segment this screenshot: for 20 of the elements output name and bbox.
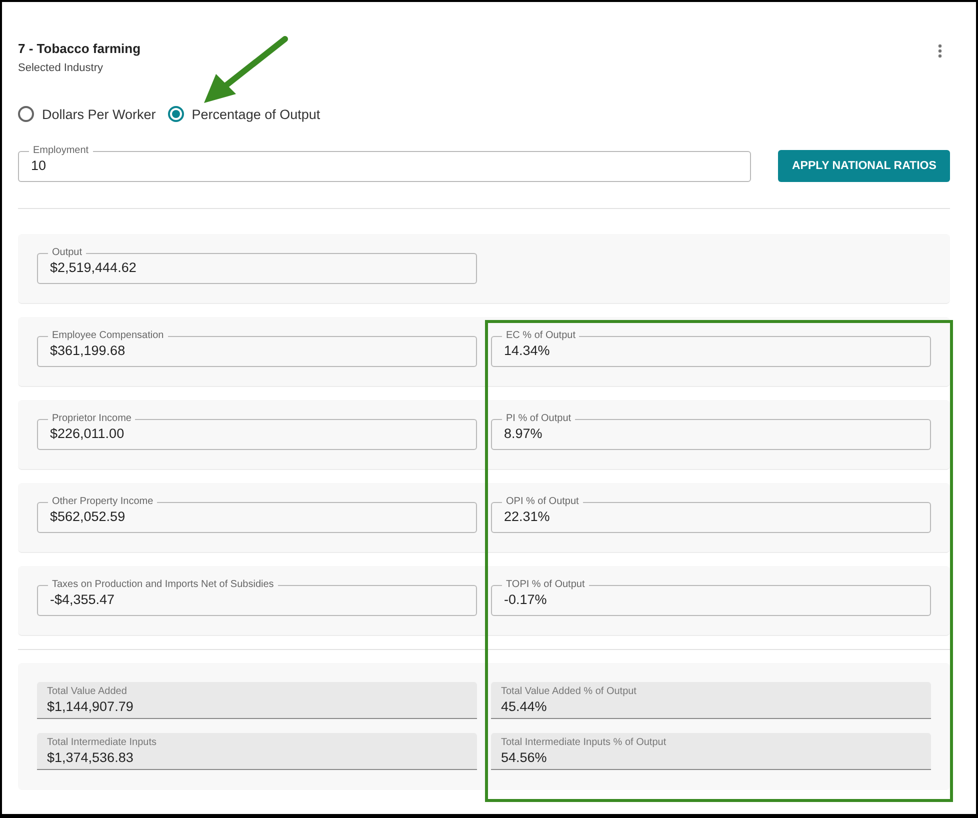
- apply-button[interactable]: APPLY NATIONAL RATIOS: [778, 150, 950, 182]
- industry-subtitle: Selected Industry: [18, 62, 104, 74]
- readonly-field: Total Value Added $1,144,907.79: [37, 682, 477, 719]
- more-menu-icon[interactable]: [938, 44, 942, 58]
- text-field[interactable]: PI % of Output 8.97%: [491, 413, 931, 450]
- text-field[interactable]: TOPI % of Output -0.17%: [491, 579, 931, 616]
- readonly-field: Total Intermediate Inputs $1,374,536.83: [37, 733, 477, 770]
- readonly-field: Total Intermediate Inputs % of Output 54.56%: [491, 733, 931, 770]
- text-field[interactable]: Employment 10: [18, 145, 752, 182]
- radio-option[interactable]: Dollars Per Worker: [18, 106, 156, 122]
- text-field[interactable]: Output $2,519,444.62: [37, 247, 477, 284]
- text-field[interactable]: OPI % of Output 22.31%: [491, 496, 931, 533]
- text-field[interactable]: Other Property Income $562,052.59: [37, 496, 477, 533]
- text-field[interactable]: EC % of Output 14.34%: [491, 330, 931, 367]
- text-field[interactable]: Taxes on Production and Imports Net of Subsidies -$4,355.47: [37, 579, 477, 616]
- text-field[interactable]: Employee Compensation $361,199.68: [37, 330, 477, 367]
- readonly-field: Total Value Added % of Output 45.44%: [491, 682, 931, 719]
- industry-title: 7 - Tobacco farming: [18, 41, 141, 56]
- text-field[interactable]: Proprietor Income $226,011.00: [37, 413, 477, 450]
- radio-option[interactable]: Percentage of Output: [168, 106, 320, 122]
